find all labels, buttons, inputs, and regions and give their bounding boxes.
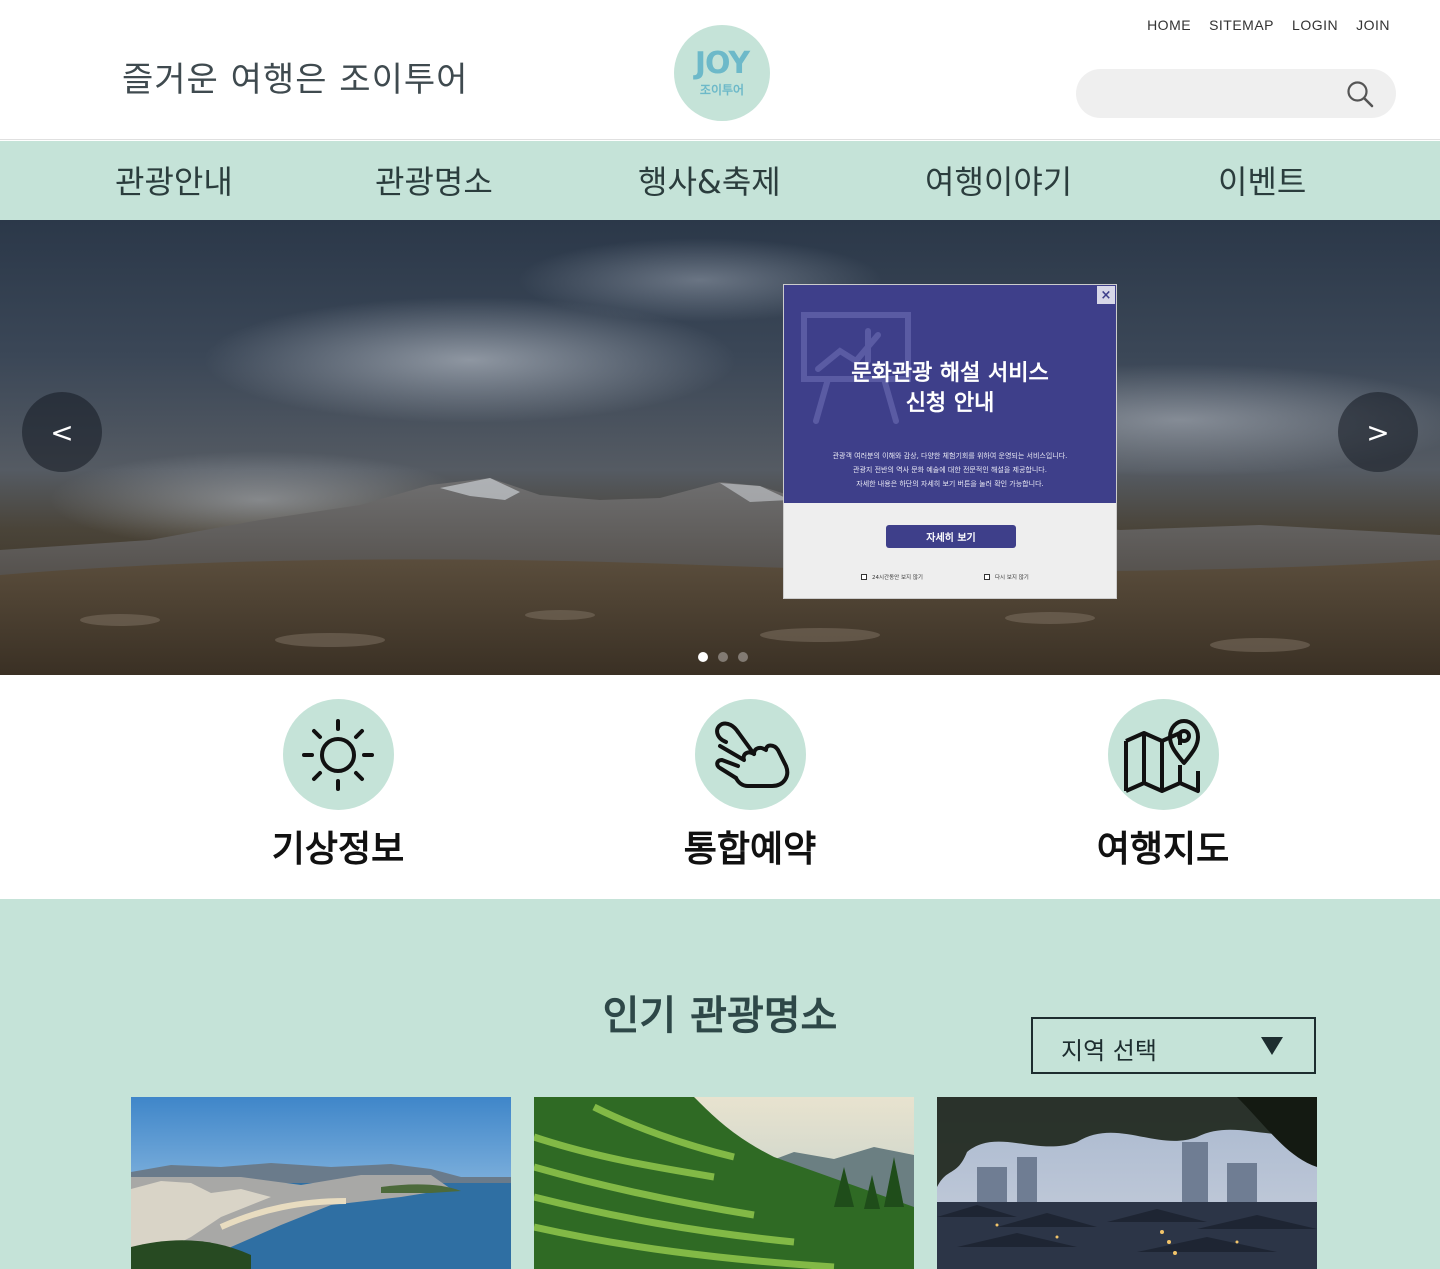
hide-24h-checkbox[interactable]: 24시간동안 보지 않기 (861, 573, 923, 581)
quicklink-weather[interactable]: 기상정보 (218, 699, 458, 872)
hero-slider: < > (0, 220, 1440, 675)
logo-subtext: 조이투어 (699, 82, 745, 97)
notice-popup: × 문화관광 해설 서비스 신청 안내 관광객 여러분의 이해와 감상, 다양한… (783, 284, 1117, 599)
quicklink-icon-circle (282, 699, 394, 810)
region-select-value: 지역 선택 (1061, 1037, 1157, 1065)
nav-events[interactable]: 이벤트 (1218, 157, 1306, 203)
quicklink-icon-circle (1107, 699, 1219, 810)
popup-description: 관광객 여러분의 이해와 감상, 다양한 체험기회를 위하여 운영되는 서비스입… (784, 449, 1116, 491)
dropdown-arrow-icon (1261, 1037, 1283, 1055)
popular-attractions-section: 인기 관광명소 지역 선택 (0, 899, 1440, 1269)
popup-close-button[interactable]: × (1097, 286, 1115, 304)
beach-city-image (131, 1097, 511, 1269)
sitemap-link[interactable]: SITEMAP (1209, 17, 1274, 33)
nav-events-festivals[interactable]: 행사&축제 (638, 157, 781, 203)
login-link[interactable]: LOGIN (1292, 17, 1338, 33)
slide-dot-2[interactable] (718, 652, 728, 662)
search-input[interactable] (1096, 79, 1336, 108)
hide-24h-label: 24시간동안 보지 않기 (872, 575, 923, 581)
search-bar (1076, 69, 1396, 118)
never-show-checkbox[interactable]: 다시 보지 않기 (984, 573, 1029, 581)
popup-title-line2: 신청 안내 (905, 391, 995, 416)
quicklink-label: 여행지도 (1096, 829, 1230, 870)
hanok-village-night-image (937, 1097, 1317, 1269)
tap-hand-icon (715, 721, 790, 788)
green-tea-field-image (534, 1097, 914, 1269)
slide-indicators (698, 652, 748, 662)
quicklink-reservation[interactable]: 통합예약 (630, 699, 870, 872)
site-tagline: 즐거운 여행은 조이투어 (122, 60, 469, 100)
search-icon (1347, 81, 1374, 108)
slide-dot-1[interactable] (698, 652, 708, 662)
hero-next-button[interactable]: > (1338, 392, 1418, 472)
attraction-card-hanok-village[interactable] (937, 1097, 1317, 1269)
popup-desc-line1: 관광객 여러분의 이해와 감상, 다양한 체험기회를 위하여 운영되는 서비스입… (832, 452, 1068, 460)
search-button[interactable] (1346, 80, 1374, 108)
hero-prev-button[interactable]: < (22, 392, 102, 472)
attraction-card-beach[interactable] (131, 1097, 511, 1269)
nav-attractions[interactable]: 관광명소 (375, 157, 493, 203)
quicklink-icon-circle (694, 699, 806, 810)
popup-banner: × 문화관광 해설 서비스 신청 안내 관광객 여러분의 이해와 감상, 다양한… (784, 285, 1116, 503)
join-link[interactable]: JOIN (1356, 17, 1390, 33)
checkbox-icon (861, 574, 867, 580)
utility-nav: HOME SITEMAP LOGIN JOIN (1147, 17, 1390, 33)
popup-desc-line3: 자세한 내용은 하단의 자세히 보기 버튼을 눌러 확인 가능합니다. (856, 480, 1044, 488)
sun-icon (302, 718, 374, 791)
hero-landscape-image (0, 478, 1440, 675)
region-select-dropdown[interactable]: 지역 선택 (1031, 1017, 1316, 1074)
quicklink-label: 기상정보 (271, 829, 405, 870)
slide-dot-3[interactable] (738, 652, 748, 662)
nav-travel-stories[interactable]: 여행이야기 (925, 157, 1072, 203)
popup-desc-line2: 관광지 전반의 역사 문화 예술에 대한 전문적인 해설을 제공합니다. (853, 466, 1047, 474)
site-header: 즐거운 여행은 조이투어 JOY 조이투어 HOME SITEMAP LOGIN… (0, 0, 1440, 140)
site-logo[interactable]: JOY 조이투어 (674, 25, 770, 121)
popup-title-line1: 문화관광 해설 서비스 (851, 361, 1049, 386)
checkbox-icon (984, 574, 990, 580)
never-show-label: 다시 보지 않기 (995, 575, 1029, 581)
home-link[interactable]: HOME (1147, 17, 1191, 33)
quicklink-label: 통합예약 (683, 829, 817, 870)
nav-tour-guide[interactable]: 관광안내 (115, 157, 233, 203)
attraction-card-tea-field[interactable] (534, 1097, 914, 1269)
map-pin-icon (1124, 718, 1200, 793)
popup-title: 문화관광 해설 서비스 신청 안내 (784, 359, 1116, 419)
main-nav: 관광안내 관광명소 행사&축제 여행이야기 이벤트 (0, 141, 1440, 220)
quicklink-travel-map[interactable]: 여행지도 (1043, 699, 1283, 872)
popup-details-button[interactable]: 자세히 보기 (886, 525, 1016, 548)
logo-text: JOY (694, 45, 750, 81)
